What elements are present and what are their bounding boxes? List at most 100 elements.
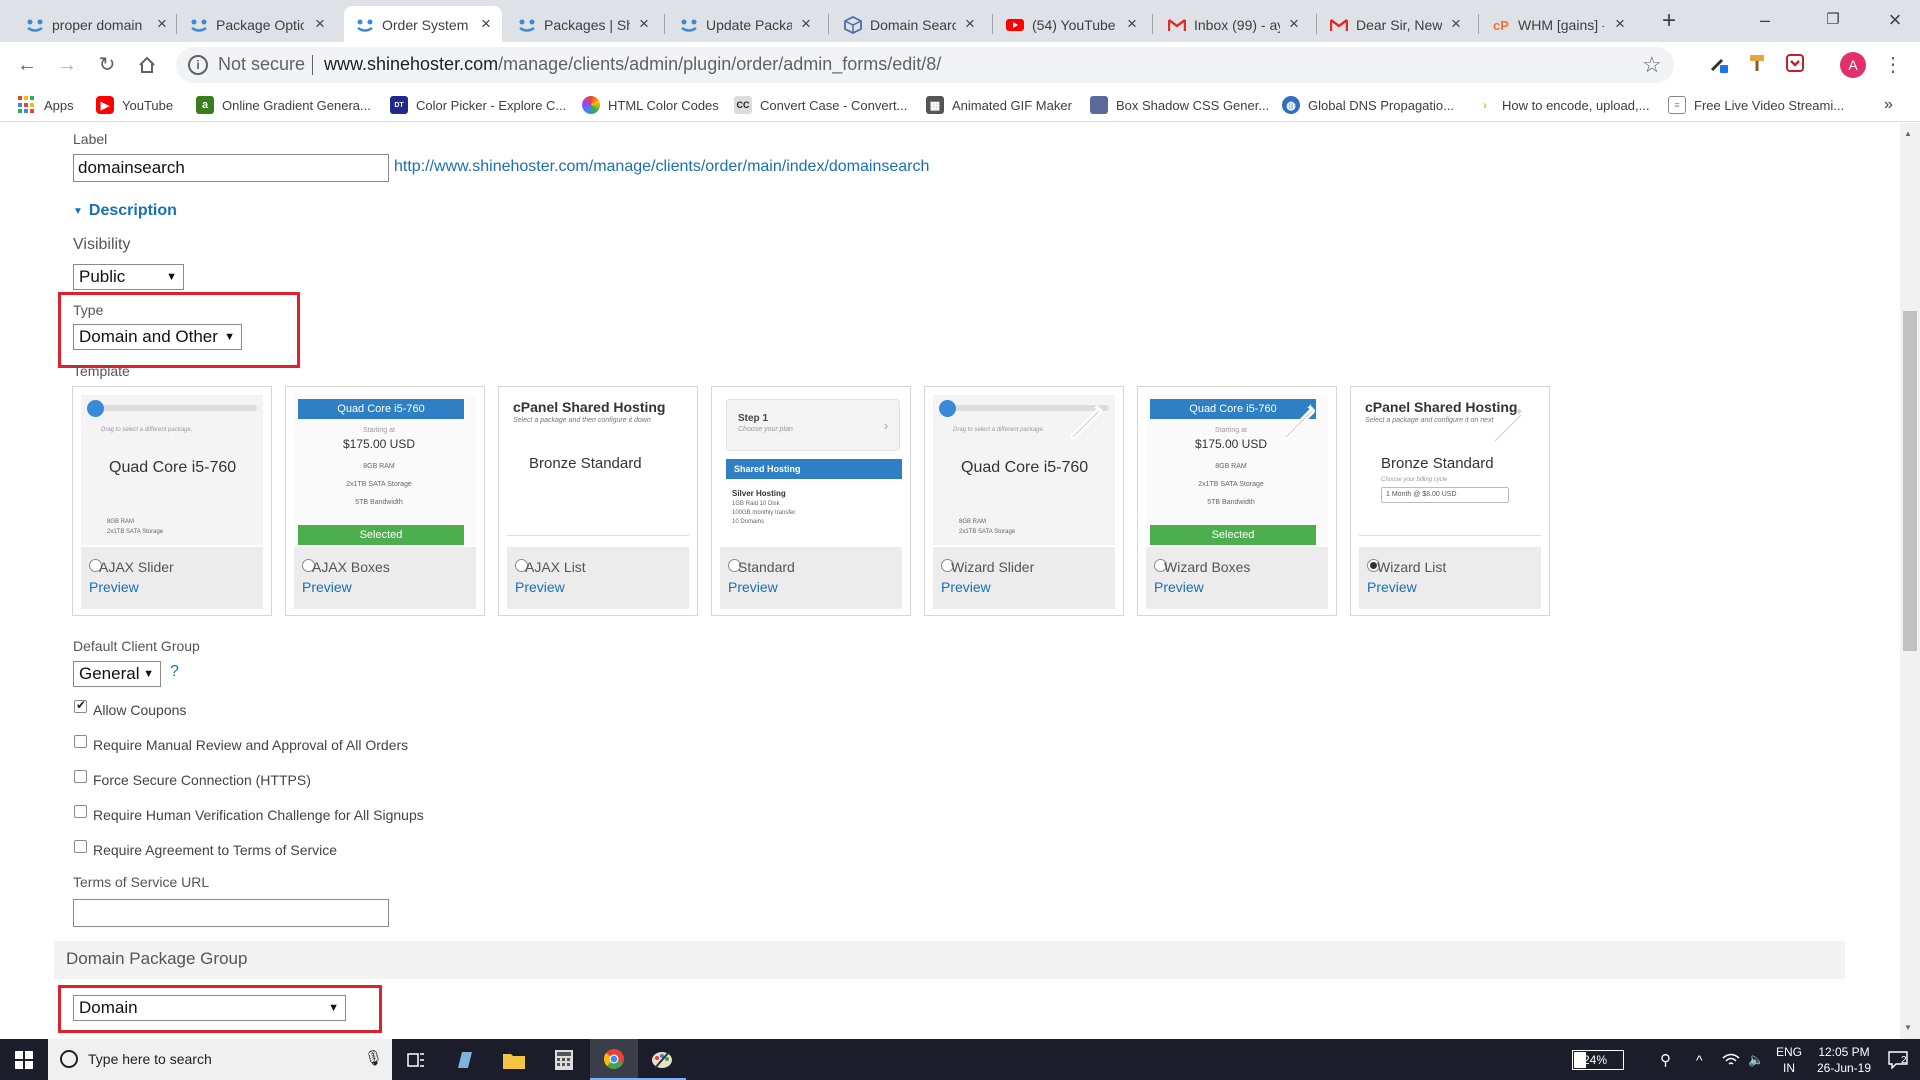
people-icon[interactable]: ⚲ [1660,1039,1671,1080]
bookmark-html-color-codes[interactable]: HTML Color Codes [582,94,719,116]
tab-inbox[interactable]: Inbox (99) - ay × [1168,8,1304,42]
bookmark-apps[interactable]: Apps [18,94,74,116]
template-preview-link[interactable]: Preview [89,579,139,595]
info-icon[interactable]: i [188,55,208,75]
template-card-ajax-list[interactable]: cPanel Shared Hosting Select a package a… [498,386,698,616]
tos-url-input[interactable] [73,899,389,927]
microphone-icon[interactable]: 🎙 [364,1049,383,1067]
chrome-app-icon[interactable] [590,1039,638,1080]
template-preview-link[interactable]: Preview [941,579,991,595]
allow-coupons-checkbox[interactable] [74,698,87,713]
forward-button[interactable]: → [52,50,82,80]
paint-app-icon[interactable] [638,1039,686,1080]
close-icon[interactable]: × [1610,14,1630,34]
show-hidden-icons-chevron[interactable]: ^ [1696,1039,1703,1080]
close-icon[interactable]: × [152,14,172,34]
close-icon[interactable]: × [796,14,816,34]
scrollbar-thumb[interactable] [1903,311,1917,651]
terms-agreement-checkbox[interactable] [74,840,87,853]
bookmark-youtube[interactable]: ▶ YouTube [96,94,173,116]
template-preview-link[interactable]: Preview [728,579,778,595]
taskbar-search-box[interactable]: Type here to search 🎙 [48,1039,392,1080]
template-preview-link[interactable]: Preview [1154,579,1204,595]
tab-domain-search[interactable]: Domain Search × [844,8,980,42]
slider-track [87,405,257,411]
bookmark-gradient[interactable]: a Online Gradient Genera... [196,94,371,116]
task-view-icon[interactable] [392,1039,440,1080]
tab-update-package[interactable]: Update Packag × [680,8,816,42]
minimize-button[interactable]: – [1742,0,1788,42]
template-card-wizard-list[interactable]: cPanel Shared Hosting Select a package a… [1350,386,1550,616]
template-card-ajax-boxes[interactable]: Quad Core i5-760 Starting at $175.00 USD… [285,386,485,616]
template-card-wizard-boxes[interactable]: Quad Core i5-760 ✦ Starting at $175.00 U… [1137,386,1337,616]
help-link[interactable]: ? [170,663,179,681]
tab-dear-sir[interactable]: Dear Sir, New × [1330,8,1466,42]
bookmark-gif-maker[interactable]: ▦ Animated GIF Maker [926,94,1072,116]
windows-start-icon[interactable] [0,1039,48,1080]
manual-review-checkbox[interactable] [74,735,87,748]
language-indicator[interactable]: ENG IN [1776,1039,1802,1080]
template-preview-link[interactable]: Preview [302,579,352,595]
template-preview-link[interactable]: Preview [515,579,565,595]
wifi-icon[interactable] [1722,1039,1740,1080]
default-client-group-select[interactable]: General ▼ [73,661,161,687]
back-button[interactable]: ← [12,50,42,80]
close-icon[interactable]: × [960,14,980,34]
bookmark-dns-propagation[interactable]: ◍ Global DNS Propagatio... [1282,94,1454,116]
close-window-button[interactable]: × [1872,0,1918,42]
type-select[interactable]: Domain and Other ▼ [73,324,242,350]
volume-icon[interactable]: 🔈 [1748,1039,1764,1080]
tab-packages[interactable]: Packages | Shir × [518,8,654,42]
human-verification-checkbox[interactable] [74,805,87,818]
template-card-ajax-slider[interactable]: Drag to select a different package. Quad… [72,386,272,616]
bookmark-convert-case[interactable]: CC Convert Case - Convert... [734,94,907,116]
bookmark-box-shadow[interactable]: Box Shadow CSS Gener... [1090,94,1269,116]
close-icon[interactable]: × [310,14,330,34]
description-toggle[interactable]: ▼ Description [73,202,177,220]
notepad-app-icon[interactable] [440,1039,488,1080]
close-icon[interactable]: × [1122,14,1142,34]
action-center-icon[interactable]: 2 [1880,1039,1916,1080]
dropdown-arrow-icon: ▼ [166,271,177,283]
maximize-button[interactable]: ❐ [1810,0,1856,42]
close-icon[interactable]: × [1446,14,1466,34]
template-preview-link[interactable]: Preview [1367,579,1417,595]
new-tab-button[interactable]: + [1654,6,1684,36]
eyedropper-extension-icon[interactable] [1706,52,1732,78]
page-scrollbar[interactable]: ▲ ▼ [1900,123,1920,1039]
template-card-wizard-slider[interactable]: Drag to select a different package. ✦ Qu… [924,386,1124,616]
force-https-checkbox[interactable] [74,770,87,783]
paint-roller-extension-icon[interactable] [1744,52,1770,78]
tab-package-options[interactable]: Package Optio × [190,8,330,42]
tab-proper-domain[interactable]: proper domain × [26,8,172,42]
tab-whm[interactable]: cP WHM [gains] - × [1492,8,1630,42]
order-form-link[interactable]: http://www.shinehoster.com/manage/client… [394,158,929,176]
default-client-group-caption: Default Client Group [73,638,200,654]
battery-indicator[interactable]: 24% [1572,1039,1624,1080]
address-bar[interactable]: i Not secure www.shinehoster.com/manage/… [176,47,1674,83]
tab-youtube[interactable]: (54) YouTube × [1006,8,1142,42]
home-button[interactable] [132,50,162,80]
bookmark-encode-upload[interactable]: › How to encode, upload,... [1476,94,1649,116]
reload-button[interactable]: ↻ [92,50,122,80]
clock[interactable]: 12:05 PM 26-Jun-19 [1808,1039,1880,1080]
close-icon[interactable]: × [1284,14,1304,34]
menu-dots-icon[interactable]: ⋮ [1880,52,1906,78]
template-card-standard[interactable]: Step 1 Choose your plan › Shared Hosting… [711,386,911,616]
file-explorer-icon[interactable] [490,1039,538,1080]
bookmark-color-picker[interactable]: DT Color Picker - Explore C... [390,94,566,116]
visibility-select[interactable]: Public ▼ [73,264,184,290]
profile-avatar[interactable]: A [1840,52,1866,78]
bookmark-live-video[interactable]: ≡ Free Live Video Streami... [1668,94,1844,116]
close-icon[interactable]: × [476,14,496,34]
bookmarks-overflow-button[interactable]: » [1884,94,1893,116]
pocket-extension-icon[interactable] [1782,52,1808,78]
close-icon[interactable]: × [634,14,654,34]
star-icon[interactable]: ☆ [1642,52,1662,78]
domain-package-group-select[interactable]: Domain ▼ [73,995,346,1021]
tab-order-system[interactable]: Order System × [356,8,496,42]
scroll-down-arrow[interactable]: ▼ [1904,1023,1912,1032]
label-input[interactable] [73,154,389,182]
scroll-up-arrow[interactable]: ▲ [1904,129,1912,138]
calculator-app-icon[interactable] [540,1039,588,1080]
